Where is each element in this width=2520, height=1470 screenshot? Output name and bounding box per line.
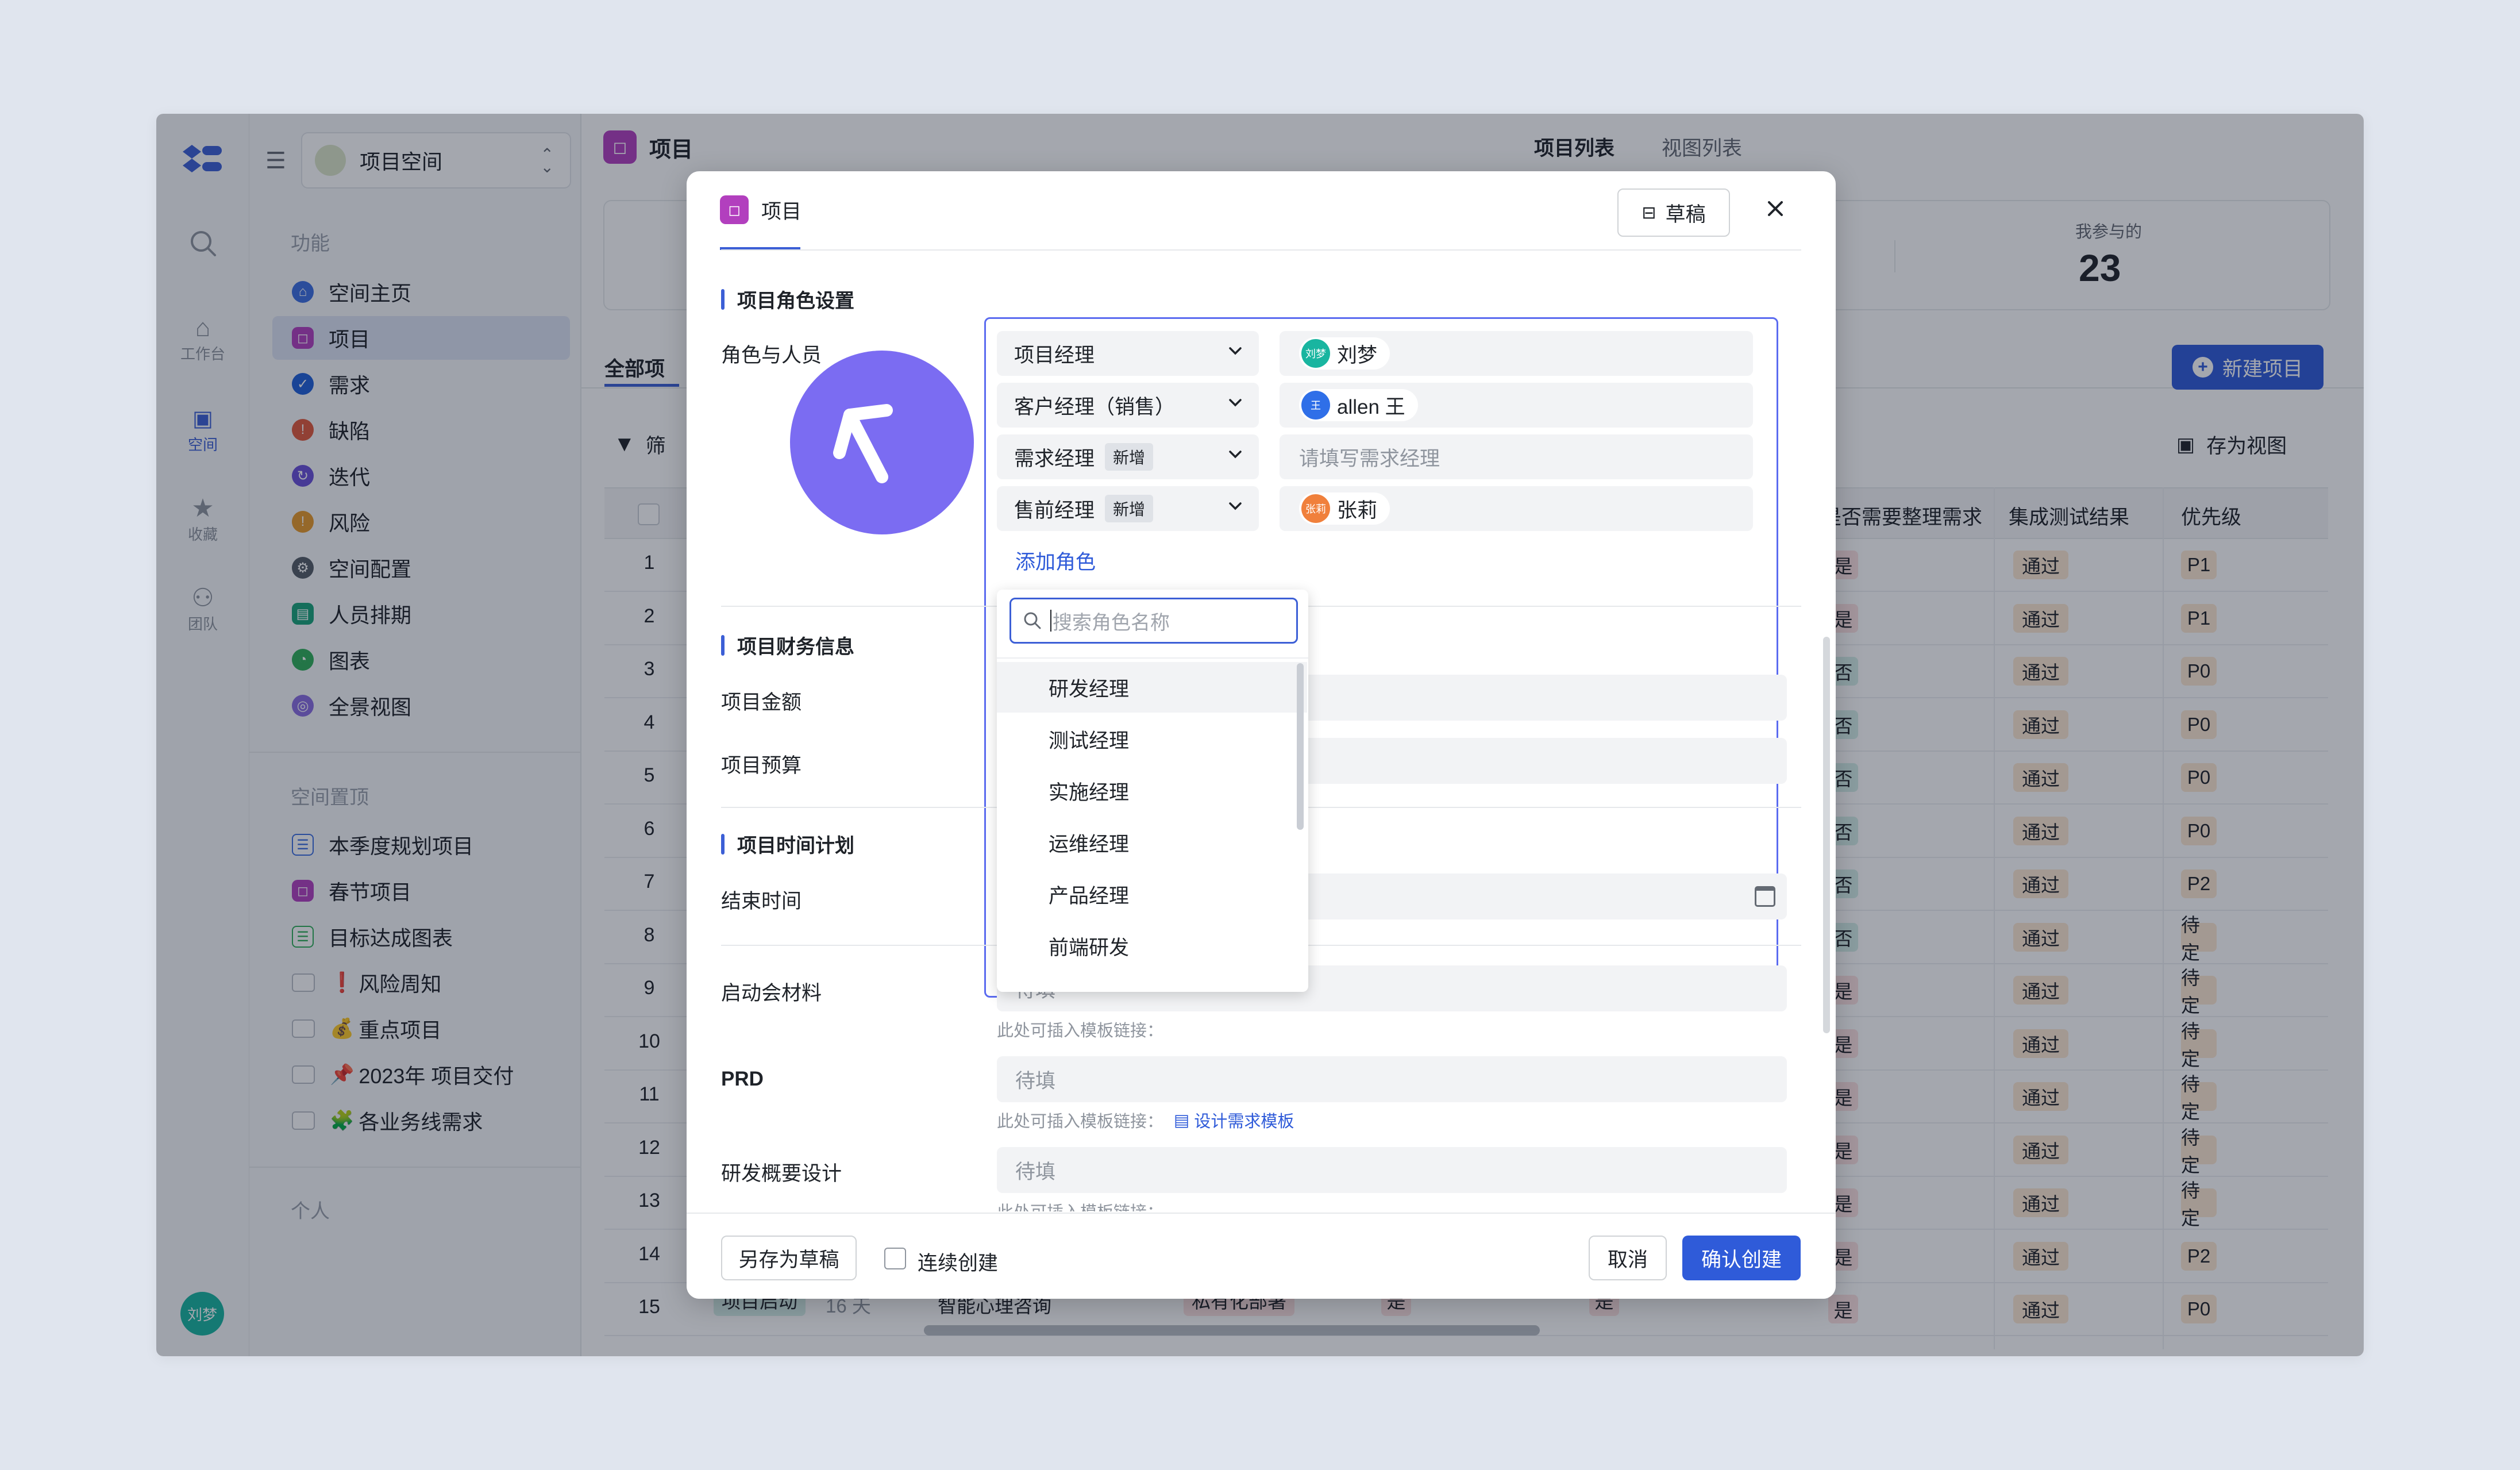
role-option[interactable]: 前端研发 bbox=[997, 921, 1307, 971]
dropdown-divider bbox=[997, 657, 1308, 659]
section-time: 项目时间计划 bbox=[721, 830, 854, 858]
role-select-requirement-manager[interactable]: 需求经理 新增 bbox=[997, 434, 1259, 479]
role-option[interactable]: 测试经理 bbox=[997, 714, 1307, 764]
text-caret bbox=[1050, 610, 1051, 632]
role-option[interactable]: 研发经理 bbox=[997, 662, 1307, 713]
continuous-create-checkbox[interactable] bbox=[884, 1248, 906, 1269]
continuous-create-label: 连续创建 bbox=[918, 1252, 999, 1275]
role-person-presales-manager[interactable]: 张莉 张莉 bbox=[1280, 486, 1753, 531]
role-search-input[interactable]: 搜索角色名称 bbox=[1009, 598, 1298, 644]
role-option[interactable]: 运维经理 bbox=[997, 817, 1307, 868]
avatar: 刘梦 bbox=[1301, 339, 1330, 368]
modal-scrollbar[interactable] bbox=[1823, 637, 1830, 1033]
chevron-down-icon bbox=[1229, 451, 1242, 459]
template-link[interactable]: 设计需求模板 bbox=[1194, 1108, 1294, 1132]
person-chip[interactable]: 张莉 张莉 bbox=[1299, 492, 1390, 525]
role-select-project-manager[interactable]: 项目经理 bbox=[997, 331, 1259, 376]
save-as-draft-button[interactable]: 另存为草稿 bbox=[721, 1236, 857, 1280]
confirm-create-button[interactable]: 确认创建 bbox=[1682, 1236, 1801, 1280]
cursor-indicator bbox=[790, 351, 974, 534]
role-person-project-manager[interactable]: 刘梦 刘梦 bbox=[1280, 331, 1753, 376]
search-icon bbox=[1024, 612, 1041, 629]
chevron-down-icon bbox=[1229, 399, 1242, 407]
create-project-modal: ◻ 项目 ⊟ 草稿 项目角色设置 角色与人员 项目经理 刘梦 刘梦 客户经理（销售）… bbox=[687, 171, 1836, 1299]
prd-hint: 此处可插入模板链接： ▤ 设计需求模板 bbox=[997, 1108, 1294, 1132]
prd-label: PRD bbox=[721, 1068, 764, 1090]
role-option[interactable]: 实施经理 bbox=[997, 765, 1307, 816]
end-date-label: 结束时间 bbox=[721, 890, 802, 913]
kickoff-hint: 此处可插入模板链接： bbox=[997, 1022, 1164, 1040]
close-icon[interactable] bbox=[1761, 194, 1790, 223]
role-select-presales-manager[interactable]: 售前经理 新增 bbox=[997, 486, 1259, 531]
design-label: 研发概要设计 bbox=[721, 1163, 842, 1185]
design-hint: 此处可插入模板链接： bbox=[997, 1199, 1163, 1211]
design-input[interactable]: 待填 bbox=[997, 1147, 1787, 1193]
person-chip[interactable]: 王 allen 王 bbox=[1299, 389, 1418, 421]
cancel-button[interactable]: 取消 bbox=[1589, 1236, 1667, 1280]
role-select-account-manager[interactable]: 客户经理（销售） bbox=[997, 383, 1259, 428]
role-dropdown: 搜索角色名称 研发经理 测试经理 实施经理 运维经理 产品经理 前端研发 bbox=[997, 590, 1308, 992]
avatar: 王 bbox=[1301, 391, 1330, 420]
chevron-down-icon bbox=[1229, 347, 1242, 355]
add-role-link[interactable]: 添加角色 bbox=[1015, 546, 1096, 575]
person-chip[interactable]: 刘梦 刘梦 bbox=[1299, 337, 1390, 370]
section-finance: 项目财务信息 bbox=[721, 631, 854, 659]
avatar: 张莉 bbox=[1301, 494, 1330, 523]
amount-label: 项目金额 bbox=[721, 691, 802, 714]
role-person-account-manager[interactable]: 王 allen 王 bbox=[1280, 383, 1753, 428]
role-option[interactable]: 产品经理 bbox=[997, 869, 1307, 919]
role-person-requirement-manager-input[interactable]: 请填写需求经理 bbox=[1280, 434, 1753, 479]
new-tag: 新增 bbox=[1105, 495, 1154, 522]
inbox-icon: ⊟ bbox=[1642, 203, 1656, 222]
new-tag: 新增 bbox=[1105, 443, 1154, 471]
prd-input[interactable]: 待填 bbox=[997, 1056, 1787, 1102]
modal-header-divider bbox=[721, 249, 1801, 251]
arrow-up-left-icon bbox=[833, 404, 893, 483]
modal-tab-project[interactable]: ◻ 项目 bbox=[720, 195, 802, 224]
chevron-down-icon bbox=[1229, 502, 1242, 510]
kickoff-label: 启动会材料 bbox=[721, 982, 822, 1005]
budget-label: 项目预算 bbox=[721, 755, 802, 777]
section-roles: 项目角色设置 bbox=[721, 285, 854, 313]
draft-button[interactable]: ⊟ 草稿 bbox=[1617, 188, 1730, 237]
calendar-icon[interactable] bbox=[1755, 886, 1775, 907]
doc-icon: ▤ bbox=[1174, 1111, 1190, 1130]
dropdown-scrollbar[interactable] bbox=[1297, 663, 1304, 830]
project-icon: ◻ bbox=[720, 195, 749, 224]
